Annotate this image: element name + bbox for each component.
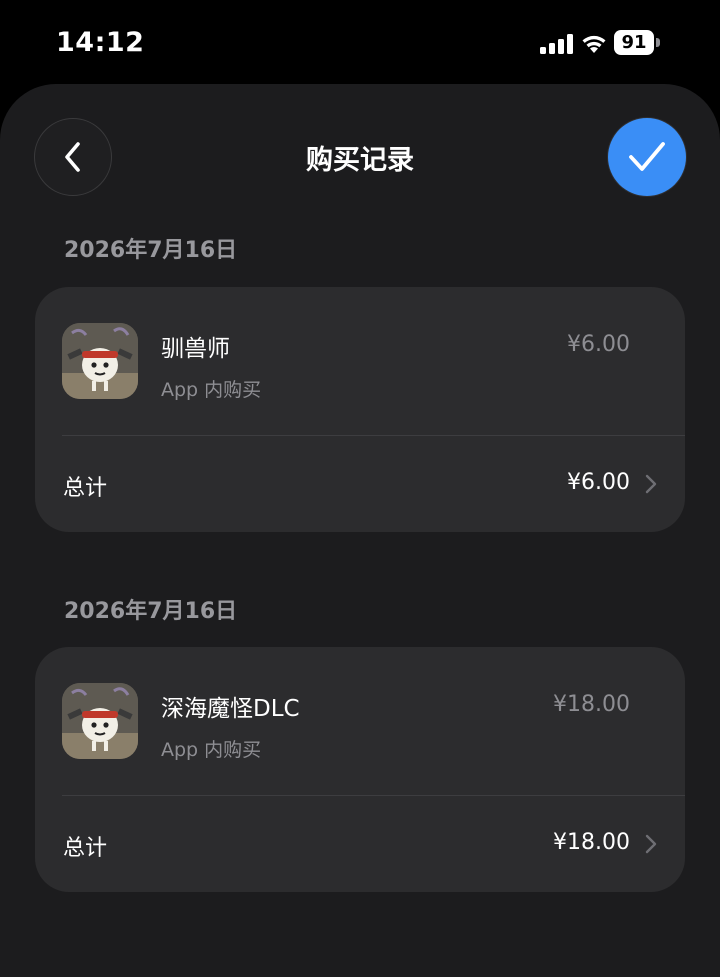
item-price: ¥18.00 bbox=[553, 692, 630, 717]
purchase-card: 驯兽师 App 内购买 ¥6.00 总计 ¥6.00 bbox=[35, 287, 685, 532]
total-price[interactable]: ¥18.00 bbox=[553, 830, 630, 855]
status-bar: 14:12 91 bbox=[0, 0, 720, 84]
item-name: 深海魔怪DLC bbox=[161, 696, 300, 722]
checkmark-icon bbox=[629, 142, 665, 171]
battery-level: 91 bbox=[614, 30, 654, 55]
signal-icon bbox=[540, 34, 573, 54]
item-name: 驯兽师 bbox=[161, 336, 230, 362]
app-icon[interactable] bbox=[62, 683, 138, 759]
item-price: ¥6.00 bbox=[567, 332, 630, 357]
chevron-right-icon[interactable] bbox=[644, 473, 658, 495]
confirm-button[interactable] bbox=[608, 118, 686, 196]
purchase-card: 深海魔怪DLC App 内购买 ¥18.00 总计 ¥18.00 bbox=[35, 647, 685, 892]
chevron-right-icon[interactable] bbox=[644, 833, 658, 855]
wifi-icon bbox=[582, 35, 606, 53]
status-time: 14:12 bbox=[56, 27, 145, 58]
divider bbox=[62, 795, 685, 796]
app-icon[interactable] bbox=[62, 323, 138, 399]
purchase-date-header: 2026年7月16日 bbox=[64, 599, 238, 624]
purchase-date-header: 2026年7月16日 bbox=[64, 238, 238, 263]
total-label: 总计 bbox=[63, 836, 108, 861]
battery-cap bbox=[656, 38, 660, 47]
item-type: App 内购买 bbox=[161, 739, 262, 761]
game-character-icon bbox=[62, 683, 138, 759]
total-price[interactable]: ¥6.00 bbox=[567, 470, 630, 495]
game-character-icon bbox=[62, 323, 138, 399]
battery-icon: 91 bbox=[614, 30, 662, 55]
divider bbox=[62, 435, 685, 436]
total-label: 总计 bbox=[63, 476, 108, 501]
item-type: App 内购买 bbox=[161, 379, 262, 401]
